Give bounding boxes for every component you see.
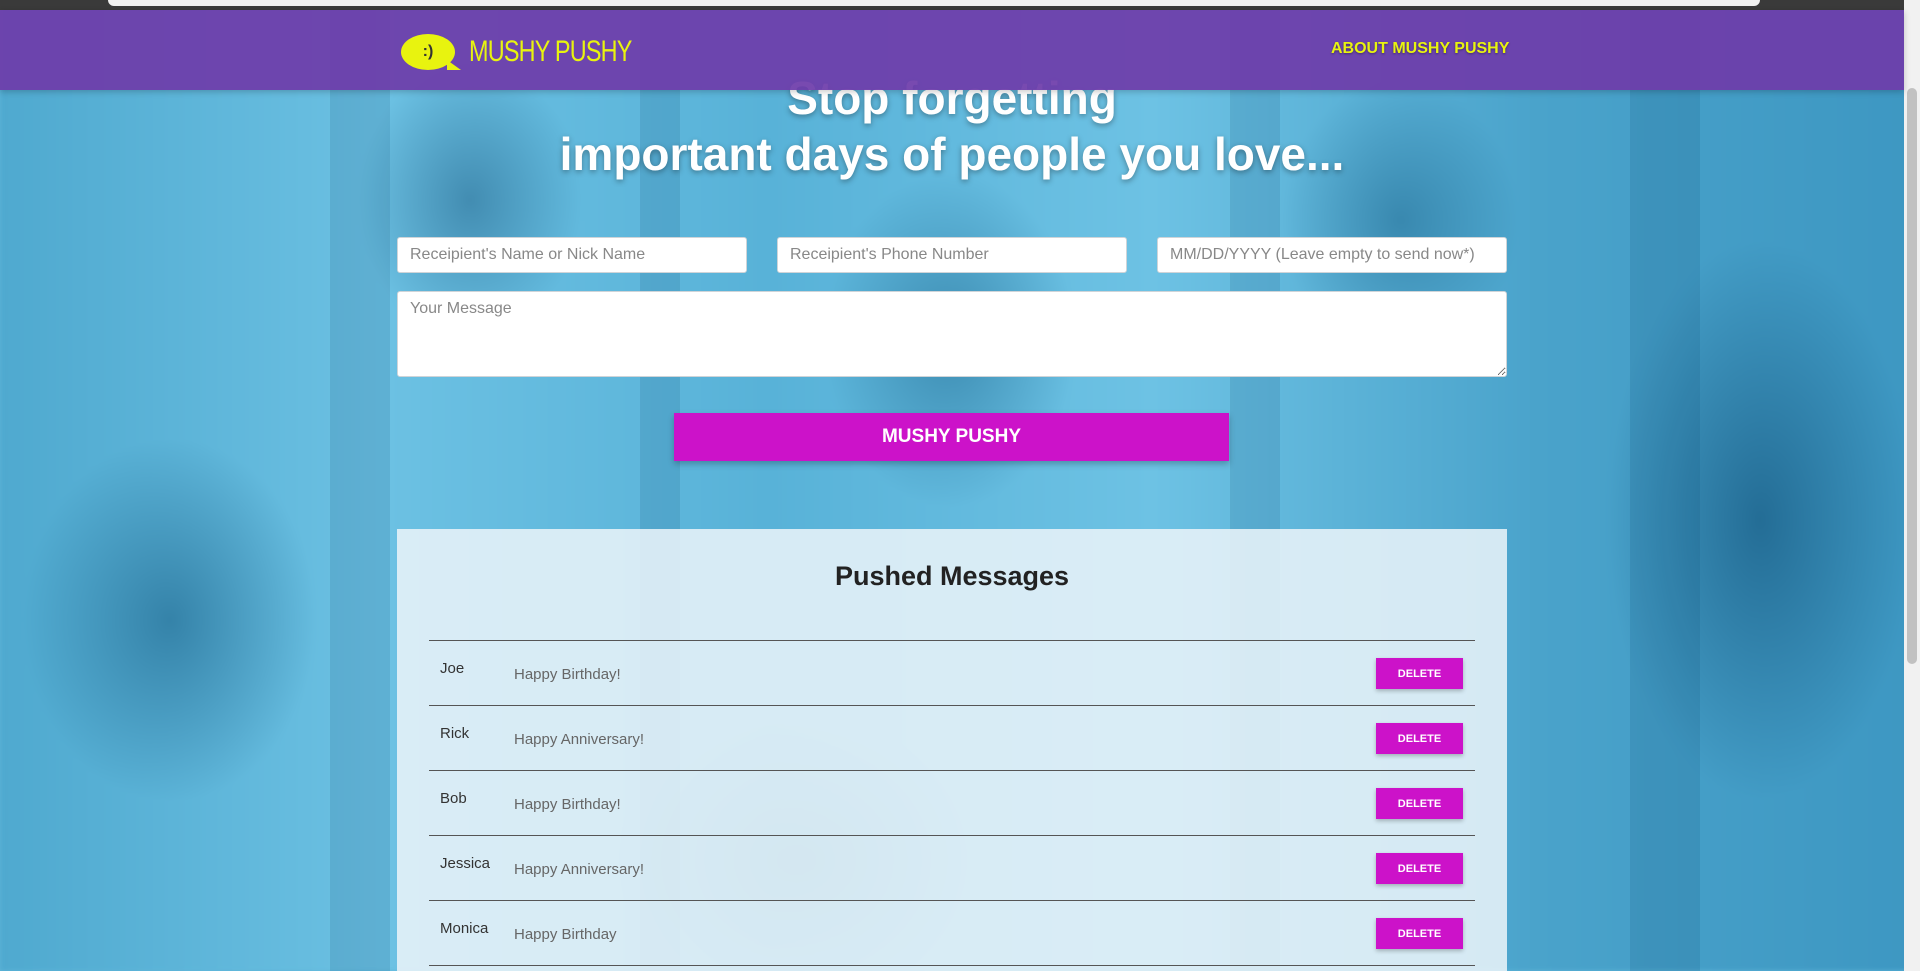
page: :) MUSHY PUSHY ABOUT MUSHY PUSHY Stop fo… bbox=[0, 0, 1920, 971]
date-input[interactable] bbox=[1157, 237, 1507, 273]
message-text: Happy Birthday bbox=[514, 926, 617, 943]
browser-chrome bbox=[0, 0, 1920, 10]
table-row: Monica Happy Birthday DELETE bbox=[429, 900, 1475, 965]
pushed-messages-panel: Pushed Messages Joe Happy Birthday! DELE… bbox=[397, 529, 1507, 971]
message-textarea[interactable] bbox=[397, 291, 1507, 377]
delete-button[interactable]: DELETE bbox=[1376, 723, 1463, 754]
message-text: Happy Birthday! bbox=[514, 796, 621, 813]
table-row-divider bbox=[429, 965, 1475, 966]
recipient-name-input[interactable] bbox=[397, 237, 747, 273]
message-text: Happy Anniversary! bbox=[514, 731, 645, 748]
mushy-pushy-submit-button[interactable]: MUSHY PUSHY bbox=[674, 413, 1229, 461]
delete-button[interactable]: DELETE bbox=[1376, 918, 1463, 949]
table-row: Joe Happy Birthday! DELETE bbox=[429, 640, 1475, 705]
message-recipient: Joe bbox=[440, 660, 465, 677]
about-link[interactable]: ABOUT MUSHY PUSHY bbox=[1331, 40, 1509, 58]
delete-button[interactable]: DELETE bbox=[1376, 788, 1463, 819]
table-row: Bob Happy Birthday! DELETE bbox=[429, 770, 1475, 835]
logo-bubble-icon: :) bbox=[401, 34, 461, 70]
logo-face: :) bbox=[422, 43, 434, 60]
message-text: Happy Anniversary! bbox=[514, 861, 645, 878]
pushed-messages-title: Pushed Messages bbox=[834, 561, 1070, 591]
site-header: :) MUSHY PUSHY ABOUT MUSHY PUSHY bbox=[0, 10, 1904, 90]
message-recipient: Bob bbox=[440, 790, 467, 807]
logo[interactable]: :) MUSHY PUSHY bbox=[401, 32, 678, 72]
message-text: Happy Birthday! bbox=[514, 666, 621, 683]
table-row: Jessica Happy Anniversary! DELETE bbox=[429, 835, 1475, 900]
table-row: Rick Happy Anniversary! DELETE bbox=[429, 705, 1475, 770]
message-recipient: Monica bbox=[440, 920, 489, 937]
message-recipient: Jessica bbox=[440, 855, 491, 872]
message-recipient: Rick bbox=[440, 725, 470, 742]
delete-button[interactable]: DELETE bbox=[1376, 658, 1463, 689]
hero-line-2: important days of people you love... bbox=[559, 128, 1345, 180]
messages-table: Joe Happy Birthday! DELETE Rick Happy An… bbox=[429, 640, 1475, 966]
logo-text: MUSHY PUSHY bbox=[469, 35, 632, 68]
recipient-phone-input[interactable] bbox=[777, 237, 1127, 273]
address-bar[interactable] bbox=[108, 0, 1760, 6]
page-scrollbar[interactable] bbox=[1904, 0, 1920, 971]
delete-button[interactable]: DELETE bbox=[1376, 853, 1463, 884]
scrollbar-thumb[interactable] bbox=[1907, 88, 1917, 664]
